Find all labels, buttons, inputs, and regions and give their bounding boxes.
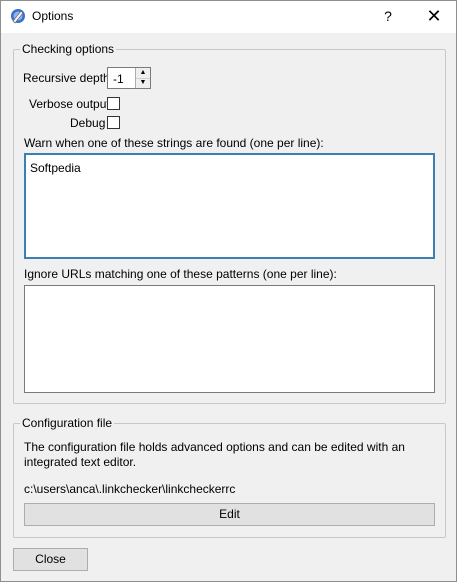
ignore-urls-label: Ignore URLs matching one of these patter…: [24, 267, 337, 281]
warn-strings-textarea[interactable]: Softpedia: [24, 153, 435, 259]
close-button[interactable]: Close: [13, 548, 88, 571]
ignore-urls-textarea[interactable]: [24, 285, 435, 393]
close-window-button[interactable]: ✕: [411, 1, 457, 32]
spin-down-arrow-icon[interactable]: ▼: [136, 78, 150, 88]
recursive-depth-spinbox[interactable]: -1 ▲ ▼: [107, 67, 151, 89]
recursive-depth-label: Recursive depth: [23, 71, 110, 85]
verbose-output-checkbox[interactable]: [107, 97, 120, 110]
verbose-output-label: Verbose output: [29, 97, 110, 111]
title-bar: Options ? ✕: [1, 1, 456, 33]
options-dialog: Options ? ✕ Checking options Recursive d…: [0, 0, 457, 582]
config-description: The configuration file holds advanced op…: [24, 440, 405, 469]
help-button[interactable]: ?: [365, 1, 411, 32]
checking-options-legend: Checking options: [22, 42, 115, 56]
warn-strings-label: Warn when one of these strings are found…: [24, 136, 324, 150]
debug-checkbox[interactable]: [107, 116, 120, 129]
recursive-depth-value[interactable]: -1: [113, 72, 124, 86]
config-file-path: c:\users\anca\.linkchecker\linkcheckerrc: [24, 482, 236, 496]
linkchecker-app-icon: [11, 9, 25, 24]
configuration-file-legend: Configuration file: [22, 416, 113, 430]
window-title: Options: [32, 9, 74, 23]
debug-label: Debug: [70, 116, 106, 130]
edit-config-button[interactable]: Edit: [24, 503, 435, 526]
spin-buttons: ▲ ▼: [135, 68, 150, 88]
